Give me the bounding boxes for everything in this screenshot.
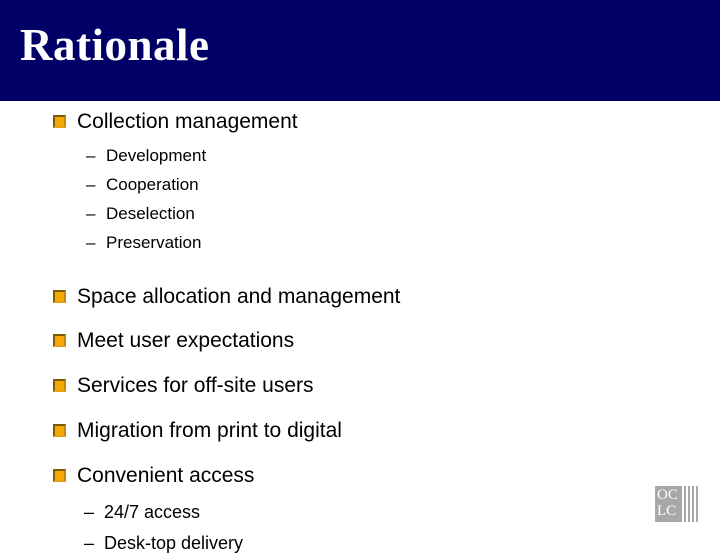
sublist-item-label: 24/7 access bbox=[104, 502, 201, 522]
sublist-item: – Cooperation bbox=[86, 173, 720, 196]
list-item: Collection management bbox=[0, 109, 720, 137]
sublist-item: – Development bbox=[86, 144, 720, 167]
slide-body: Collection management – Development – Co… bbox=[0, 101, 720, 553]
oclc-logo: OC LC bbox=[655, 486, 700, 522]
square-bullet-icon bbox=[53, 379, 66, 392]
square-bullet-icon bbox=[53, 469, 66, 482]
dash-bullet-icon: – bbox=[86, 146, 96, 165]
square-bullet-icon bbox=[53, 334, 66, 347]
dash-bullet-icon: – bbox=[86, 233, 96, 252]
square-bullet-icon bbox=[53, 115, 66, 128]
dash-bullet-icon: – bbox=[84, 502, 95, 522]
page-title: Rationale bbox=[20, 20, 210, 70]
sublist-item: – Preservation bbox=[86, 231, 720, 254]
list-item-label: Meet user expectations bbox=[77, 329, 295, 352]
list-item-label: Space allocation and management bbox=[77, 285, 401, 308]
dash-bullet-icon: – bbox=[86, 175, 96, 194]
list-item-label: Migration from print to digital bbox=[77, 419, 342, 442]
sublist-item-label: Deselection bbox=[106, 204, 195, 223]
sublist-item-label: Cooperation bbox=[106, 175, 199, 194]
square-bullet-icon bbox=[53, 424, 66, 437]
list-item: Convenient access bbox=[0, 463, 720, 491]
sublist: – 24/7 access – Desk-top delivery bbox=[0, 499, 720, 556]
title-banner: Rationale bbox=[0, 0, 720, 101]
list-item-label: Collection management bbox=[77, 110, 298, 133]
list-item: Services for off-site users bbox=[0, 373, 720, 401]
list-item-label: Convenient access bbox=[77, 464, 255, 487]
sublist-item: – 24/7 access bbox=[84, 499, 720, 525]
sublist: – Development – Cooperation – Deselectio… bbox=[0, 144, 720, 254]
oclc-logo-line2: LC bbox=[657, 503, 677, 519]
dash-bullet-icon: – bbox=[84, 533, 95, 553]
list-item-label: Services for off-site users bbox=[77, 374, 314, 397]
square-bullet-icon bbox=[53, 290, 66, 303]
sublist-item: – Deselection bbox=[86, 202, 720, 225]
oclc-logo-text: OC LC bbox=[657, 487, 683, 521]
oclc-logo-bars-icon bbox=[682, 486, 700, 522]
list-item: Meet user expectations bbox=[0, 328, 720, 356]
list-item: Space allocation and management bbox=[0, 284, 720, 312]
sublist-item: – Desk-top delivery bbox=[84, 530, 720, 556]
dash-bullet-icon: – bbox=[86, 204, 96, 223]
oclc-logo-line1: OC bbox=[657, 487, 678, 503]
sublist-item-label: Desk-top delivery bbox=[104, 533, 244, 553]
sublist-item-label: Preservation bbox=[106, 233, 202, 252]
sublist-item-label: Development bbox=[106, 146, 207, 165]
list-item: Migration from print to digital bbox=[0, 418, 720, 446]
